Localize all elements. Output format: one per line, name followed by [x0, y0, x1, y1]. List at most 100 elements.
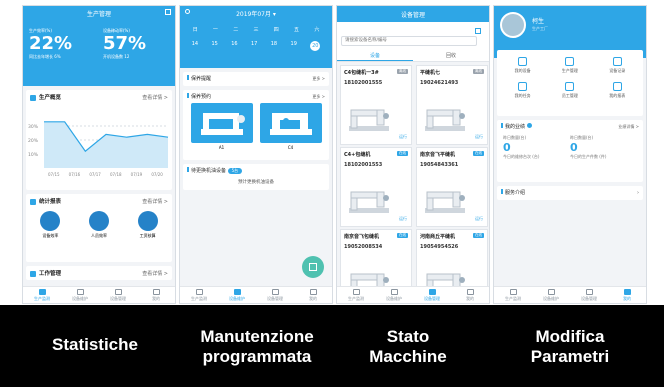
info-icon[interactable]	[526, 123, 532, 128]
machine-label: C4	[287, 145, 294, 150]
report-item-device[interactable]: 设备效率	[40, 211, 61, 239]
machine-image	[259, 103, 322, 143]
device-card[interactable]: C4包缝机一3# 离线 18102001555 运行	[340, 64, 412, 145]
device-run-status: 运行	[475, 215, 483, 221]
factory-icon	[352, 288, 360, 295]
date-cell[interactable]: 19	[291, 41, 297, 51]
device-card[interactable]: C4+包缝机 在线 18102001553 运行	[340, 146, 412, 227]
booking-more-link[interactable]: 更多 >	[312, 94, 325, 100]
device-code: 18102001553	[344, 161, 383, 168]
menu-item[interactable]: 生产管理	[546, 54, 593, 74]
tab-production[interactable]: 生产监测	[180, 287, 218, 303]
stat-sub: 开机设备数 12	[103, 54, 130, 59]
tab-devices[interactable]: 设备管理	[99, 287, 137, 303]
report-icon	[612, 82, 622, 91]
chevron-right-icon: ›	[637, 189, 639, 196]
device-card[interactable]: 南京音飞平缝机 在线 19054843361 运行	[416, 146, 488, 227]
weekday-row: 日一二三四五六	[185, 26, 327, 33]
tab-me[interactable]: 我的	[137, 287, 175, 303]
search-input[interactable]	[341, 35, 477, 46]
report-item-people[interactable]: 人员效率	[88, 211, 109, 239]
tab-production[interactable]: 生产监测	[494, 287, 532, 303]
kpi-value: 0	[503, 141, 511, 154]
sewing-machine-icon	[349, 109, 389, 131]
weekday-label: 六	[314, 27, 320, 33]
tab-maintenance[interactable]: 设备维护	[375, 287, 413, 303]
report-item-label: 设备效率	[42, 233, 59, 238]
tab-production[interactable]: 生产监测	[23, 287, 61, 303]
date-cell[interactable]: 16	[231, 41, 237, 51]
area-fill	[44, 121, 168, 168]
date-cell[interactable]: 14	[192, 41, 198, 51]
tab-production[interactable]: 生产监测	[337, 287, 375, 303]
section-marker	[501, 123, 503, 128]
gear-icon	[76, 288, 84, 295]
overview-more-link[interactable]: 查看详情 >	[142, 94, 168, 101]
device-card[interactable]: 平缝机七 离线 19024621493 运行	[416, 64, 488, 145]
tab-maintenance[interactable]: 设备维护	[218, 287, 256, 303]
device-tabs: 设备 回收	[337, 49, 489, 62]
machine-card[interactable]: A1	[190, 103, 253, 150]
report-item-label: 工资核算	[139, 233, 156, 238]
performance-header: 我的业绩 业绩详情 >	[497, 120, 643, 133]
menu-item[interactable]: 员工管理	[546, 79, 593, 99]
tab-label: 设备维护	[72, 295, 88, 301]
date-cell[interactable]: 20	[310, 41, 321, 51]
search-icon[interactable]	[185, 9, 190, 14]
menu-item[interactable]: 设备记录	[594, 54, 641, 74]
kpi-sub: 今日的生产件数 (件)	[570, 154, 607, 159]
machine-card[interactable]: C4	[259, 103, 322, 150]
tab-devices-list[interactable]: 设备	[337, 50, 413, 61]
plan-header: 保养提醒 更多 >	[183, 72, 329, 85]
factory-icon	[509, 288, 517, 295]
screen-devices: 设备管理 设备 回收 C4包缝机一3# 离线 18102001555 运行平缝机…	[336, 5, 490, 304]
reports-more-link[interactable]: 查看详情 >	[142, 198, 168, 205]
avatar[interactable]	[500, 12, 526, 38]
work-card: 工作管理 查看详情 >	[26, 266, 172, 280]
user-role: 生产工厂	[532, 26, 548, 31]
tab-recycled[interactable]: 回收	[413, 50, 489, 61]
page-title: 设备管理	[400, 12, 425, 19]
work-icon	[30, 270, 36, 277]
date-cell[interactable]: 17	[251, 41, 257, 51]
tab-label: 设备管理	[424, 295, 440, 301]
device-status-tag: 离线	[397, 68, 408, 74]
tab-maintenance[interactable]: 设备维护	[61, 287, 99, 303]
plan-more-link[interactable]: 更多 >	[312, 76, 325, 82]
report-item-salary[interactable]: 工资核算	[137, 211, 158, 239]
calendar-add-icon	[309, 263, 317, 271]
tab-devices[interactable]: 设备管理	[256, 287, 294, 303]
x-tick-label: 07/18	[110, 172, 122, 177]
tab-devices[interactable]: 设备管理	[413, 287, 451, 303]
menu-item[interactable]: 我的任务	[499, 79, 546, 99]
oil-label: 待更换机油设备	[191, 168, 227, 174]
device-run-status: 运行	[475, 133, 483, 139]
printer-icon	[565, 57, 575, 66]
date-cell[interactable]: 18	[271, 41, 277, 51]
device-code: 18102001555	[344, 79, 383, 86]
tab-me[interactable]: 我的	[608, 287, 646, 303]
oil-devices-link[interactable]: 预计更换机油设备	[187, 179, 325, 185]
month-selector[interactable]: 2019年07月 ▾	[185, 9, 327, 18]
tab-maintenance[interactable]: 设备维护	[532, 287, 570, 303]
about-card[interactable]: 服务介绍 ›	[497, 186, 643, 200]
work-more-link[interactable]: 查看详情 >	[142, 270, 168, 277]
tab-me[interactable]: 我的	[451, 287, 489, 303]
device-grid: C4包缝机一3# 离线 18102001555 运行 平缝机七 离线 190246…	[337, 62, 489, 303]
tab-me[interactable]: 我的	[294, 287, 332, 303]
date-cell[interactable]: 15	[211, 41, 217, 51]
share-icon[interactable]	[165, 9, 171, 15]
tab-devices[interactable]: 设备管理	[570, 287, 608, 303]
user-icon	[623, 288, 631, 295]
y-tick-label: 20%	[28, 138, 39, 144]
performance-card: 我的业绩 业绩详情 > 昨日数量(台) 0 今日的维修台次 (台) 昨日数量(台…	[497, 120, 643, 182]
weekday-label: 一	[212, 27, 218, 33]
scan-icon[interactable]	[475, 28, 481, 34]
menu-item[interactable]: 我的报表	[594, 79, 641, 99]
tab-label: 我的	[466, 295, 474, 301]
date-row: 14 15 16 17 18 19 20	[185, 41, 327, 51]
menu-item[interactable]: 我的设备	[499, 54, 546, 74]
fab-button[interactable]	[302, 256, 324, 278]
section-title: 统计报表	[39, 199, 62, 205]
performance-more-link[interactable]: 业绩详情 >	[618, 124, 639, 130]
